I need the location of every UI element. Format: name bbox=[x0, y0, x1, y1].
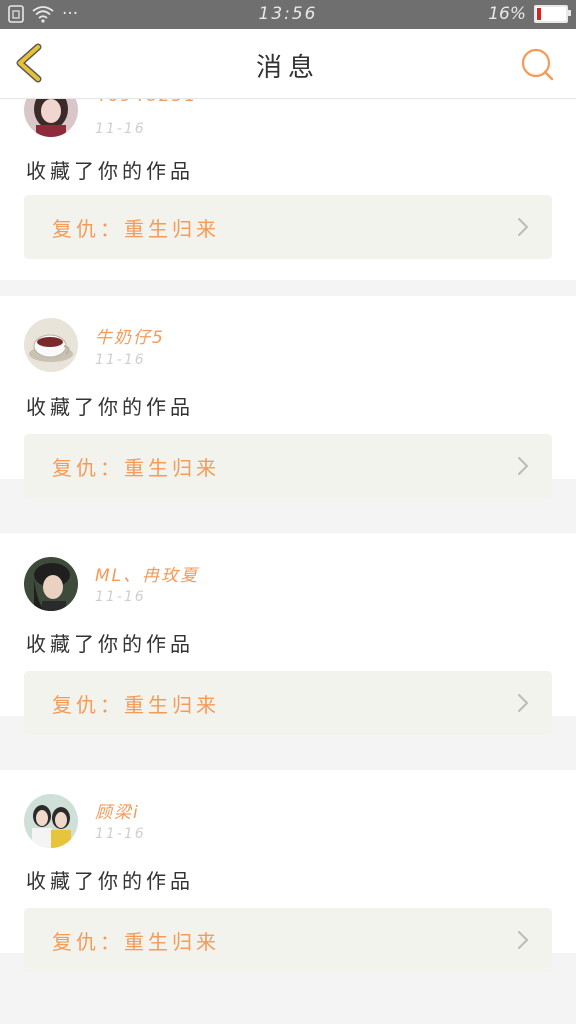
message-card: 牛奶仔5 11-16 收藏了你的作品 复仇：重生归来 bbox=[0, 296, 576, 498]
work-title: 复仇：重生归来 bbox=[52, 217, 220, 241]
avatar[interactable] bbox=[24, 98, 78, 137]
work-link[interactable]: 复仇：重生归来 bbox=[24, 671, 552, 735]
message-action: 收藏了你的作品 bbox=[26, 159, 194, 183]
message-action: 收藏了你的作品 bbox=[26, 395, 194, 419]
search-icon[interactable] bbox=[520, 47, 554, 81]
chevron-right-icon bbox=[517, 930, 529, 950]
message-action: 收藏了你的作品 bbox=[26, 869, 194, 893]
work-title: 复仇：重生归来 bbox=[52, 456, 220, 480]
chevron-right-icon bbox=[517, 217, 529, 237]
message-date: 11-16 bbox=[95, 589, 146, 605]
status-bar: ··· 13:56 16% bbox=[0, 0, 576, 29]
username[interactable]: 牛奶仔5 bbox=[95, 323, 165, 348]
work-link[interactable]: 复仇：重生归来 bbox=[24, 434, 552, 498]
battery-percent: 16% bbox=[488, 4, 526, 24]
message-card: 顾梁i 11-16 收藏了你的作品 复仇：重生归来 bbox=[0, 770, 576, 972]
work-title: 复仇：重生归来 bbox=[52, 930, 220, 954]
message-date: 11-16 bbox=[95, 352, 146, 368]
username[interactable]: ML、冉玫夏 bbox=[95, 561, 199, 586]
header: 消息 bbox=[0, 29, 576, 99]
work-title: 复仇：重生归来 bbox=[52, 693, 220, 717]
message-list[interactable]: 46948251 11-16 收藏了你的作品 复仇：重生归来 牛奶仔5 11-1… bbox=[0, 98, 576, 1024]
message-card: 46948251 11-16 收藏了你的作品 复仇：重生归来 bbox=[0, 98, 576, 280]
work-link[interactable]: 复仇：重生归来 bbox=[24, 195, 552, 259]
avatar[interactable] bbox=[24, 557, 78, 611]
avatar[interactable] bbox=[24, 318, 78, 372]
message-date: 11-16 bbox=[95, 121, 146, 137]
chevron-right-icon bbox=[517, 456, 529, 476]
chevron-right-icon bbox=[517, 693, 529, 713]
avatar[interactable] bbox=[24, 794, 78, 848]
battery-icon bbox=[534, 5, 571, 23]
status-right: 16% bbox=[488, 4, 571, 24]
message-date: 11-16 bbox=[95, 826, 146, 842]
message-action: 收藏了你的作品 bbox=[26, 632, 194, 656]
page-title: 消息 bbox=[255, 53, 320, 83]
work-link[interactable]: 复仇：重生归来 bbox=[24, 908, 552, 972]
username[interactable]: 46948251 bbox=[95, 98, 198, 106]
username[interactable]: 顾梁i bbox=[95, 798, 140, 823]
battery-fill bbox=[537, 8, 541, 20]
message-card: ML、冉玫夏 11-16 收藏了你的作品 复仇：重生归来 bbox=[0, 533, 576, 735]
